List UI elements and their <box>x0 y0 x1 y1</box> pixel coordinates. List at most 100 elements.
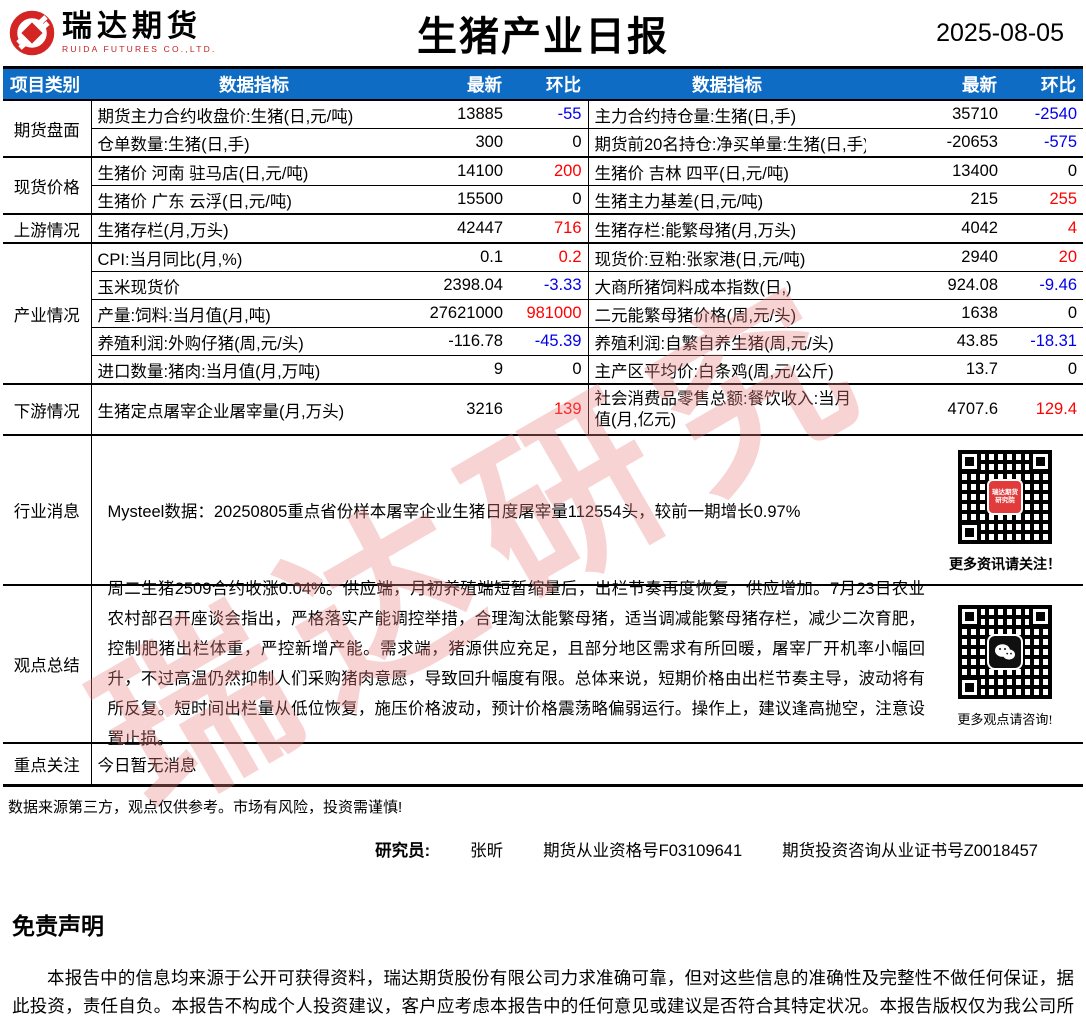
disclaimer-section: 免责声明 本报告中的信息均来源于公开可获得资料，瑞达期货股份有限公司力求准确可靠… <box>12 907 1074 1017</box>
news-qr-block: 瑞达期货研究院 更多资讯请关注！ <box>939 446 1077 574</box>
latest-value: 14100 <box>417 157 509 186</box>
chg-value: 0 <box>1004 299 1083 328</box>
disclaimer-body: 本报告中的信息均来源于公开可获得资料，瑞达期货股份有限公司力求准确可靠，但对这些… <box>12 968 1074 1016</box>
chg-value: 981000 <box>509 299 589 328</box>
researcher-line: 研究员: 张昕 期货从业资格号F03109641 期货投资咨询从业证书号Z001… <box>0 837 1086 861</box>
chg-value: -55 <box>509 100 589 129</box>
table-row: 进口数量:猪肉:当月值(月,万吨) 9 0 主产区平均价:白条鸡(周,元/公斤)… <box>3 355 1083 385</box>
qr-finder-icon <box>958 675 981 699</box>
disclaimer-heading: 免责声明 <box>12 913 104 939</box>
indicator-name: 生猪价 吉林 四平(日,元/吨) <box>588 157 866 186</box>
chg-value: 0 <box>509 355 589 385</box>
latest-value: 1638 <box>866 299 1004 328</box>
chg-value: -9.46 <box>1004 271 1083 300</box>
chg-value: -2540 <box>1004 100 1083 129</box>
qr-finder-icon <box>958 450 981 473</box>
chg-value: 0 <box>1004 157 1083 186</box>
chg-value: -3.33 <box>509 271 589 300</box>
qr-finder-icon <box>1029 450 1052 473</box>
data-table: 项目类别 数据指标 最新 环比 数据指标 最新 环比 期货盘面 期货主力合约收盘… <box>3 66 1083 787</box>
indicator-name: 主力合约持仓量:生猪(日,手) <box>588 100 866 129</box>
latest-value: 2398.04 <box>417 271 509 300</box>
group-futures: 期货盘面 期货主力合约收盘价:生猪(日,元/吨) 13885 -55 主力合约持… <box>3 100 1083 158</box>
group-downstream: 下游情况 生猪定点屠宰企业屠宰量(月,万头) 3216 139 社会消费品零售总… <box>3 384 1083 436</box>
chg-value: 0 <box>1004 355 1083 385</box>
category-label: 下游情况 <box>3 384 92 436</box>
col-header-category: 项目类别 <box>3 67 91 100</box>
indicator-name: 现货价:豆粕:张家港(日,元/吨) <box>588 243 866 272</box>
qr-code-wechat <box>958 604 1052 699</box>
indicator-name: 进口数量:猪肉:当月值(月,万吨) <box>91 355 417 385</box>
summary-qr-block: 更多观点请咨询! <box>939 601 1077 728</box>
group-spot: 现货价格 生猪价 河南 驻马店(日,元/吨) 14100 200 生猪价 吉林 … <box>3 157 1083 215</box>
latest-value: 3216 <box>417 384 509 436</box>
summary-cell: 周二生猪2509合约收涨0.04%。供应端，月初养殖端短暂缩量后，出栏节奏再度恢… <box>91 580 1083 748</box>
researcher-advisor-cert: 期货投资咨询从业证书号Z0018457 <box>782 842 1038 860</box>
chg-value: -45.39 <box>509 327 589 356</box>
latest-value: -20653 <box>866 128 1004 158</box>
researcher-label: 研究员: <box>375 842 431 860</box>
indicator-name: 主产区平均价:白条鸡(周,元/公斤) <box>588 355 866 385</box>
news-text: Mysteel数据：20250805重点省份样本屠宰企业生猪日度屠宰量11255… <box>107 503 801 521</box>
col-header-latest-left: 最新 <box>417 67 509 100</box>
latest-value: 4707.6 <box>866 384 1004 436</box>
latest-value: 4042 <box>866 214 1004 244</box>
chg-value: 139 <box>509 384 589 436</box>
indicator-name: 大商所猪饲料成本指数(日,) <box>588 271 866 300</box>
report-header: 瑞达期货 RUIDA FUTURES CO.,LTD. 生猪产业日报 2025-… <box>0 0 1086 66</box>
indicator-name: 生猪存栏:能繁母猪(月,万头) <box>588 214 866 244</box>
category-label: 观点总结 <box>3 585 92 744</box>
chg-value: 0 <box>509 128 589 158</box>
logo-company-name-en: RUIDA FUTURES CO.,LTD. <box>62 44 217 55</box>
chg-value: 20 <box>1004 243 1083 272</box>
latest-value: 9 <box>417 355 509 385</box>
group-summary: 观点总结 周二生猪2509合约收涨0.04%。供应端，月初养殖端短暂缩量后，出栏… <box>3 580 1083 748</box>
latest-value: 215 <box>866 185 1004 215</box>
indicator-name: 产量:饲料:当月值(月,吨) <box>91 299 417 328</box>
researcher-qualification: 期货从业资格号F03109641 <box>543 842 743 860</box>
chg-value: 129.4 <box>1004 384 1083 436</box>
chg-value: 4 <box>1004 214 1083 244</box>
group-industry: 产业情况 CPI:当月同比(月,%) 0.1 0.2 现货价:豆粕:张家港(日,… <box>3 243 1083 385</box>
indicator-name: 期货主力合约收盘价:生猪(日,元/吨) <box>91 100 417 129</box>
news-row: 行业消息 Mysteel数据：20250805重点省份样本屠宰企业生猪日度屠宰量… <box>3 435 1083 586</box>
category-label: 行业消息 <box>3 435 92 586</box>
col-header-latest-right: 最新 <box>866 67 1004 100</box>
latest-value: 42447 <box>417 214 509 244</box>
chg-value: 200 <box>509 157 589 186</box>
summary-row: 观点总结 周二生猪2509合约收涨0.04%。供应端，月初养殖端短暂缩量后，出栏… <box>3 580 1083 748</box>
latest-value: 13.7 <box>866 355 1004 385</box>
indicator-name: 养殖利润:外购仔猪(周,元/头) <box>91 327 417 356</box>
indicator-name: 社会消费品零售总额:餐饮收入:当月值(月,亿元) <box>588 384 866 436</box>
chg-value: -18.31 <box>1004 327 1083 356</box>
latest-value: 27621000 <box>417 299 509 328</box>
company-logo: 瑞达期货 RUIDA FUTURES CO.,LTD. <box>8 9 217 57</box>
col-header-indicator-right: 数据指标 <box>588 67 866 100</box>
indicator-name: CPI:当月同比(月,%) <box>91 243 417 272</box>
indicator-name: 养殖利润:自繁自养生猪(周,元/头) <box>588 327 866 356</box>
category-label: 上游情况 <box>3 214 92 244</box>
col-header-indicator-left: 数据指标 <box>91 67 417 100</box>
latest-value: 2940 <box>866 243 1004 272</box>
report-date: 2025-08-05 <box>936 18 1064 47</box>
category-label: 现货价格 <box>3 157 92 215</box>
table-row: 下游情况 生猪定点屠宰企业屠宰量(月,万头) 3216 139 社会消费品零售总… <box>3 384 1083 436</box>
latest-value: 924.08 <box>866 271 1004 300</box>
table-row: 上游情况 生猪存栏(月,万头) 42447 716 生猪存栏:能繁母猪(月,万头… <box>3 214 1083 244</box>
table-header-row: 项目类别 数据指标 最新 环比 数据指标 最新 环比 <box>3 67 1083 100</box>
latest-value: 300 <box>417 128 509 158</box>
latest-value: 0.1 <box>417 243 509 272</box>
indicator-name: 生猪主力基差(日,元/吨) <box>588 185 866 215</box>
latest-value: 13885 <box>417 100 509 129</box>
ruida-logo-icon <box>9 10 55 56</box>
group-news: 行业消息 Mysteel数据：20250805重点省份样本屠宰企业生猪日度屠宰量… <box>3 435 1083 586</box>
chg-value: 0.2 <box>509 243 589 272</box>
logo-text: 瑞达期货 RUIDA FUTURES CO.,LTD. <box>62 12 217 54</box>
table-row: 养殖利润:外购仔猪(周,元/头) -116.78 -45.39 养殖利润:自繁自… <box>3 327 1083 356</box>
latest-value: 35710 <box>866 100 1004 129</box>
col-header-chg-left: 环比 <box>509 67 588 100</box>
group-upstream: 上游情况 生猪存栏(月,万头) 42447 716 生猪存栏:能繁母猪(月,万头… <box>3 214 1083 244</box>
ruida-badge-icon: 瑞达期货研究院 <box>987 479 1023 515</box>
researcher-name: 张昕 <box>470 842 504 860</box>
summary-text: 周二生猪2509合约收涨0.04%。供应端，月初养殖端短暂缩量后，出栏节奏再度恢… <box>107 580 926 748</box>
